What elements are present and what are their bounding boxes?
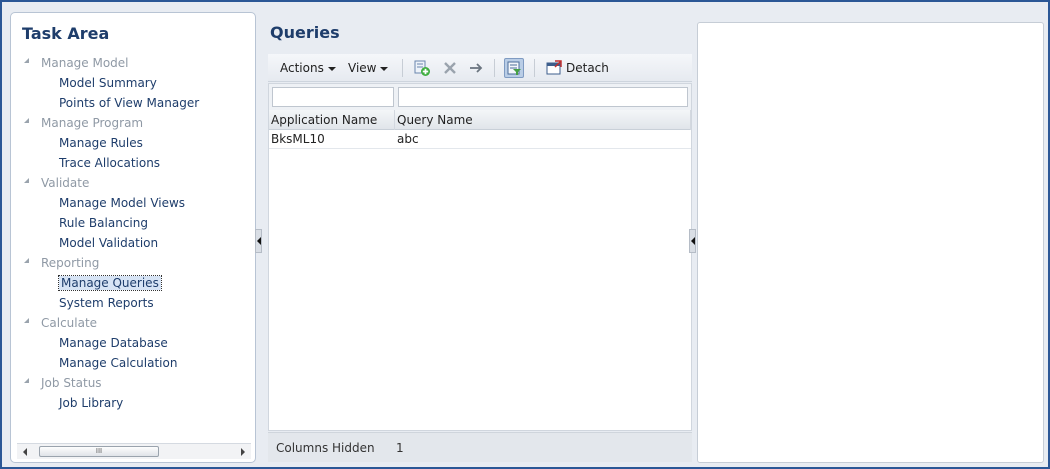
status-bar: Columns Hidden 1 bbox=[268, 432, 692, 462]
tree-item-model-summary[interactable]: Model Summary bbox=[11, 75, 255, 95]
task-area-panel: Task Area Manage Model Model Summary Poi… bbox=[10, 12, 256, 463]
tree-item-label: Manage Model Views bbox=[59, 196, 186, 210]
tree-group-label: Manage Program bbox=[41, 116, 144, 130]
expanded-triangle-icon[interactable] bbox=[24, 118, 29, 123]
tree-item-label: Points of View Manager bbox=[59, 96, 200, 110]
tree-group-reporting[interactable]: Reporting bbox=[11, 255, 255, 275]
expanded-triangle-icon[interactable] bbox=[24, 258, 29, 263]
scroll-left-arrow-icon[interactable] bbox=[23, 448, 27, 456]
chevron-down-icon bbox=[380, 66, 389, 71]
queries-title: Queries bbox=[270, 23, 340, 42]
column-header-query-name[interactable]: Query Name bbox=[395, 110, 691, 130]
tree-group-manage-program[interactable]: Manage Program bbox=[11, 115, 255, 135]
query-name-filter-input[interactable] bbox=[398, 87, 688, 107]
actions-menu-button[interactable]: Actions bbox=[280, 59, 336, 77]
cell-query-name: abc bbox=[397, 132, 419, 146]
tree-item-rule-balancing[interactable]: Rule Balancing bbox=[11, 215, 255, 235]
tree-item-manage-calculation[interactable]: Manage Calculation bbox=[11, 355, 255, 375]
delete-icon[interactable] bbox=[440, 58, 460, 78]
table-row[interactable]: BksML10 abc bbox=[269, 130, 691, 149]
collapse-queries-handle[interactable] bbox=[689, 229, 696, 253]
detail-panel bbox=[697, 22, 1044, 463]
tree-item-manage-rules[interactable]: Manage Rules bbox=[11, 135, 255, 155]
expanded-triangle-icon[interactable] bbox=[24, 58, 29, 63]
tree-item-label: Manage Calculation bbox=[59, 356, 178, 370]
tree-item-trace-allocations[interactable]: Trace Allocations bbox=[11, 155, 255, 175]
view-label: View bbox=[348, 61, 377, 75]
tree-group-label: Calculate bbox=[41, 316, 98, 330]
toolbar-divider bbox=[494, 59, 495, 77]
horizontal-scrollbar[interactable]: III bbox=[17, 443, 251, 459]
toolbar-divider bbox=[402, 59, 403, 77]
queries-toolbar: Actions View Detach bbox=[268, 54, 692, 82]
cell-application-name: BksML10 bbox=[271, 132, 325, 146]
expanded-triangle-icon[interactable] bbox=[24, 178, 29, 183]
tree-group-label: Job Status bbox=[41, 376, 102, 390]
task-area-title: Task Area bbox=[22, 24, 110, 43]
tree-item-label: Trace Allocations bbox=[59, 156, 161, 170]
arrow-right-icon[interactable] bbox=[466, 58, 486, 78]
queries-panel: Queries Actions View Detach Application … bbox=[262, 12, 693, 463]
tree-item-system-reports[interactable]: System Reports bbox=[11, 295, 255, 315]
query-by-example-icon[interactable] bbox=[504, 58, 524, 78]
scroll-thumb[interactable]: III bbox=[39, 446, 159, 457]
detach-button[interactable]: Detach bbox=[566, 59, 609, 77]
tree-group-calculate[interactable]: Calculate bbox=[11, 315, 255, 335]
tree-item-label: Manage Rules bbox=[59, 136, 143, 150]
actions-label: Actions bbox=[280, 61, 324, 75]
toolbar-divider bbox=[534, 59, 535, 77]
tree-item-label: Job Library bbox=[59, 396, 124, 410]
columns-hidden-label: Columns Hidden bbox=[276, 441, 375, 455]
tree-item-label: Model Validation bbox=[59, 236, 159, 250]
tree-item-label: Manage Database bbox=[59, 336, 168, 350]
tree-group-label: Reporting bbox=[41, 256, 100, 270]
collapse-left-arrow-icon[interactable] bbox=[257, 237, 261, 245]
tree-group-validate[interactable]: Validate bbox=[11, 175, 255, 195]
task-tree: Manage Model Model Summary Points of Vie… bbox=[11, 55, 255, 415]
tree-item-label: System Reports bbox=[59, 296, 154, 310]
detach-label: Detach bbox=[566, 61, 609, 75]
expanded-triangle-icon[interactable] bbox=[24, 318, 29, 323]
table-header-row: Application Name Query Name bbox=[269, 110, 691, 130]
tree-item-label: Model Summary bbox=[59, 76, 157, 90]
tree-group-label: Validate bbox=[41, 176, 90, 190]
column-header-application-name[interactable]: Application Name bbox=[269, 110, 395, 130]
tree-item-manage-database[interactable]: Manage Database bbox=[11, 335, 255, 355]
tree-group-job-status[interactable]: Job Status bbox=[11, 375, 255, 395]
tree-item-model-validation[interactable]: Model Validation bbox=[11, 235, 255, 255]
tree-item-manage-queries[interactable]: Manage Queries bbox=[11, 275, 255, 295]
application-name-filter-input[interactable] bbox=[272, 87, 394, 107]
chevron-down-icon bbox=[327, 66, 336, 71]
scroll-right-arrow-icon[interactable] bbox=[241, 448, 245, 456]
queries-table: Application Name Query Name BksML10 abc bbox=[268, 83, 692, 431]
tree-item-points-of-view-manager[interactable]: Points of View Manager bbox=[11, 95, 255, 115]
collapse-task-area-handle[interactable] bbox=[255, 229, 262, 253]
expanded-triangle-icon[interactable] bbox=[24, 378, 29, 383]
detach-icon[interactable] bbox=[544, 58, 564, 78]
tree-item-label: Rule Balancing bbox=[59, 216, 148, 230]
columns-hidden-count: 1 bbox=[396, 441, 404, 455]
tree-group-label: Manage Model bbox=[41, 56, 129, 70]
tree-item-label-selected: Manage Queries bbox=[58, 275, 162, 291]
tree-group-manage-model[interactable]: Manage Model bbox=[11, 55, 255, 75]
tree-item-manage-model-views[interactable]: Manage Model Views bbox=[11, 195, 255, 215]
add-query-icon[interactable] bbox=[412, 58, 432, 78]
view-menu-button[interactable]: View bbox=[348, 59, 389, 77]
collapse-left-arrow-icon[interactable] bbox=[691, 237, 695, 245]
tree-item-job-library[interactable]: Job Library bbox=[11, 395, 255, 415]
filter-row bbox=[269, 84, 691, 110]
